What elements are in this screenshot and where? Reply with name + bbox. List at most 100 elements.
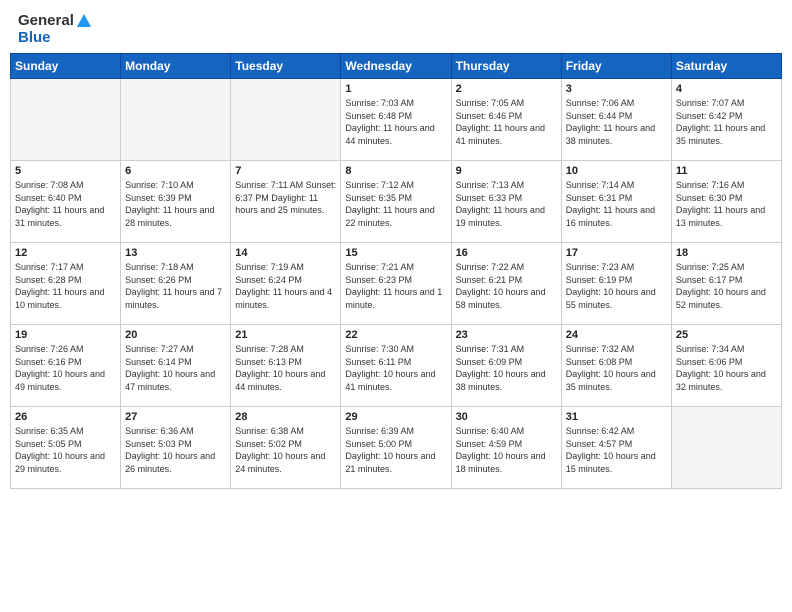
day-info: Sunrise: 7:28 AM Sunset: 6:13 PM Dayligh… <box>235 343 336 393</box>
calendar-cell: 29Sunrise: 6:39 AM Sunset: 5:00 PM Dayli… <box>341 407 451 489</box>
calendar-cell: 25 Sunrise: 7:34 AM Sunset: 6:06 PM Dayli… <box>671 325 781 407</box>
day-number: 3 <box>566 83 667 95</box>
day-number: 25 <box>676 329 777 341</box>
calendar-cell: 10 Sunrise: 7:14 AM Sunset: 6:31 PM Dayli… <box>561 161 671 243</box>
day-info: Sunrise: 6:42 AM Sunset: 4:57 PM Dayligh… <box>566 425 667 475</box>
day-info: Sunrise: 7:16 AM Sunset: 6:30 PM Dayligh… <box>676 179 777 229</box>
week-row-0: 1 Sunrise: 7:03 AM Sunset: 6:48 PM Daylig… <box>11 79 782 161</box>
day-info: Sunrise: 6:36 AM Sunset: 5:03 PM Dayligh… <box>125 425 226 475</box>
day-info: Sunrise: 7:19 AM Sunset: 6:24 PM Dayligh… <box>235 261 336 311</box>
calendar-cell: 31 Sunrise: 6:42 AM Sunset: 4:57 PM Dayli… <box>561 407 671 489</box>
day-number: 21 <box>235 329 336 341</box>
calendar-cell: 15 Sunrise: 7:21 AM Sunset: 6:23 PM Dayli… <box>341 243 451 325</box>
calendar-cell: 19Sunrise: 7:26 AM Sunset: 6:16 PM Dayli… <box>11 325 121 407</box>
week-row-3: 19Sunrise: 7:26 AM Sunset: 6:16 PM Dayli… <box>11 325 782 407</box>
calendar-cell <box>231 79 341 161</box>
day-number: 24 <box>566 329 667 341</box>
day-number: 11 <box>676 165 777 177</box>
day-info: Sunrise: 7:23 AM Sunset: 6:19 PM Dayligh… <box>566 261 667 311</box>
day-info: Sunrise: 7:14 AM Sunset: 6:31 PM Dayligh… <box>566 179 667 229</box>
calendar-cell: 2Sunrise: 7:05 AM Sunset: 6:46 PM Daylig… <box>451 79 561 161</box>
calendar-cell: 9 Sunrise: 7:13 AM Sunset: 6:33 PM Daylig… <box>451 161 561 243</box>
day-number: 19 <box>15 329 116 341</box>
week-row-1: 5 Sunrise: 7:08 AM Sunset: 6:40 PM Daylig… <box>11 161 782 243</box>
calendar-cell: 13 Sunrise: 7:18 AM Sunset: 6:26 PM Dayli… <box>121 243 231 325</box>
calendar-cell: 30 Sunrise: 6:40 AM Sunset: 4:59 PM Dayli… <box>451 407 561 489</box>
day-info: Sunrise: 7:31 AM Sunset: 6:09 PM Dayligh… <box>456 343 557 393</box>
day-number: 17 <box>566 247 667 259</box>
day-info: Sunrise: 7:18 AM Sunset: 6:26 PM Dayligh… <box>125 261 226 311</box>
day-number: 8 <box>345 165 446 177</box>
day-info: Sunrise: 7:30 AM Sunset: 6:11 PM Dayligh… <box>345 343 446 393</box>
calendar-cell: 21 Sunrise: 7:28 AM Sunset: 6:13 PM Dayli… <box>231 325 341 407</box>
day-number: 26 <box>15 411 116 423</box>
calendar-cell <box>11 79 121 161</box>
calendar-cell <box>671 407 781 489</box>
day-number: 28 <box>235 411 336 423</box>
day-number: 15 <box>345 247 446 259</box>
day-number: 27 <box>125 411 226 423</box>
calendar-cell: 23 Sunrise: 7:31 AM Sunset: 6:09 PM Dayli… <box>451 325 561 407</box>
day-info: Sunrise: 6:39 AM Sunset: 5:00 PM Dayligh… <box>345 425 446 475</box>
calendar-cell: 17 Sunrise: 7:23 AM Sunset: 6:19 PM Dayli… <box>561 243 671 325</box>
day-number: 13 <box>125 247 226 259</box>
calendar-cell: 12 Sunrise: 7:17 AM Sunset: 6:28 PM Dayli… <box>11 243 121 325</box>
day-info: Sunrise: 7:25 AM Sunset: 6:17 PM Dayligh… <box>676 261 777 311</box>
day-info: Sunrise: 7:06 AM Sunset: 6:44 PM Dayligh… <box>566 97 667 147</box>
logo-general-text: General <box>18 12 74 29</box>
calendar-cell: 28 Sunrise: 6:38 AM Sunset: 5:02 PM Dayli… <box>231 407 341 489</box>
day-number: 30 <box>456 411 557 423</box>
weekday-header-row: SundayMondayTuesdayWednesdayThursdayFrid… <box>11 54 782 79</box>
weekday-header-tuesday: Tuesday <box>231 54 341 79</box>
weekday-header-sunday: Sunday <box>11 54 121 79</box>
day-info: Sunrise: 6:35 AM Sunset: 5:05 PM Dayligh… <box>15 425 116 475</box>
day-info: Sunrise: 7:34 AM Sunset: 6:06 PM Dayligh… <box>676 343 777 393</box>
day-info: Sunrise: 7:13 AM Sunset: 6:33 PM Dayligh… <box>456 179 557 229</box>
day-info: Sunrise: 7:22 AM Sunset: 6:21 PM Dayligh… <box>456 261 557 311</box>
logo-triangle-icon <box>77 14 91 27</box>
day-number: 9 <box>456 165 557 177</box>
calendar-cell: 1 Sunrise: 7:03 AM Sunset: 6:48 PM Daylig… <box>341 79 451 161</box>
day-number: 2 <box>456 83 557 95</box>
day-number: 4 <box>676 83 777 95</box>
week-row-2: 12 Sunrise: 7:17 AM Sunset: 6:28 PM Dayli… <box>11 243 782 325</box>
calendar-cell: 24 Sunrise: 7:32 AM Sunset: 6:08 PM Dayli… <box>561 325 671 407</box>
day-number: 14 <box>235 247 336 259</box>
calendar: SundayMondayTuesdayWednesdayThursdayFrid… <box>0 53 792 612</box>
logo: General Blue <box>18 12 91 47</box>
day-number: 22 <box>345 329 446 341</box>
day-info: Sunrise: 7:08 AM Sunset: 6:40 PM Dayligh… <box>15 179 116 229</box>
day-number: 10 <box>566 165 667 177</box>
day-number: 5 <box>15 165 116 177</box>
calendar-cell: 16Sunrise: 7:22 AM Sunset: 6:21 PM Dayli… <box>451 243 561 325</box>
weekday-header-thursday: Thursday <box>451 54 561 79</box>
weekday-header-wednesday: Wednesday <box>341 54 451 79</box>
day-info: Sunrise: 7:21 AM Sunset: 6:23 PM Dayligh… <box>345 261 446 311</box>
day-info: Sunrise: 7:11 AM Sunset: 6:37 PM Dayligh… <box>235 179 336 217</box>
day-number: 12 <box>15 247 116 259</box>
calendar-cell: 26 Sunrise: 6:35 AM Sunset: 5:05 PM Dayli… <box>11 407 121 489</box>
week-row-4: 26 Sunrise: 6:35 AM Sunset: 5:05 PM Dayli… <box>11 407 782 489</box>
day-info: Sunrise: 7:27 AM Sunset: 6:14 PM Dayligh… <box>125 343 226 393</box>
calendar-cell: 6Sunrise: 7:10 AM Sunset: 6:39 PM Daylig… <box>121 161 231 243</box>
weekday-header-friday: Friday <box>561 54 671 79</box>
day-number: 23 <box>456 329 557 341</box>
calendar-table: SundayMondayTuesdayWednesdayThursdayFrid… <box>10 53 782 489</box>
day-number: 20 <box>125 329 226 341</box>
calendar-cell: 4 Sunrise: 7:07 AM Sunset: 6:42 PM Daylig… <box>671 79 781 161</box>
day-info: Sunrise: 7:10 AM Sunset: 6:39 PM Dayligh… <box>125 179 226 229</box>
day-info: Sunrise: 6:38 AM Sunset: 5:02 PM Dayligh… <box>235 425 336 475</box>
day-info: Sunrise: 7:03 AM Sunset: 6:48 PM Dayligh… <box>345 97 446 147</box>
calendar-cell: 14 Sunrise: 7:19 AM Sunset: 6:24 PM Dayli… <box>231 243 341 325</box>
calendar-cell: 8Sunrise: 7:12 AM Sunset: 6:35 PM Daylig… <box>341 161 451 243</box>
day-number: 31 <box>566 411 667 423</box>
header: General Blue <box>0 0 792 53</box>
calendar-cell: 27 Sunrise: 6:36 AM Sunset: 5:03 PM Dayli… <box>121 407 231 489</box>
day-info: Sunrise: 6:40 AM Sunset: 4:59 PM Dayligh… <box>456 425 557 475</box>
day-number: 1 <box>345 83 446 95</box>
calendar-cell: 22 Sunrise: 7:30 AM Sunset: 6:11 PM Dayli… <box>341 325 451 407</box>
day-info: Sunrise: 7:07 AM Sunset: 6:42 PM Dayligh… <box>676 97 777 147</box>
weekday-header-saturday: Saturday <box>671 54 781 79</box>
day-info: Sunrise: 7:17 AM Sunset: 6:28 PM Dayligh… <box>15 261 116 311</box>
day-info: Sunrise: 7:32 AM Sunset: 6:08 PM Dayligh… <box>566 343 667 393</box>
